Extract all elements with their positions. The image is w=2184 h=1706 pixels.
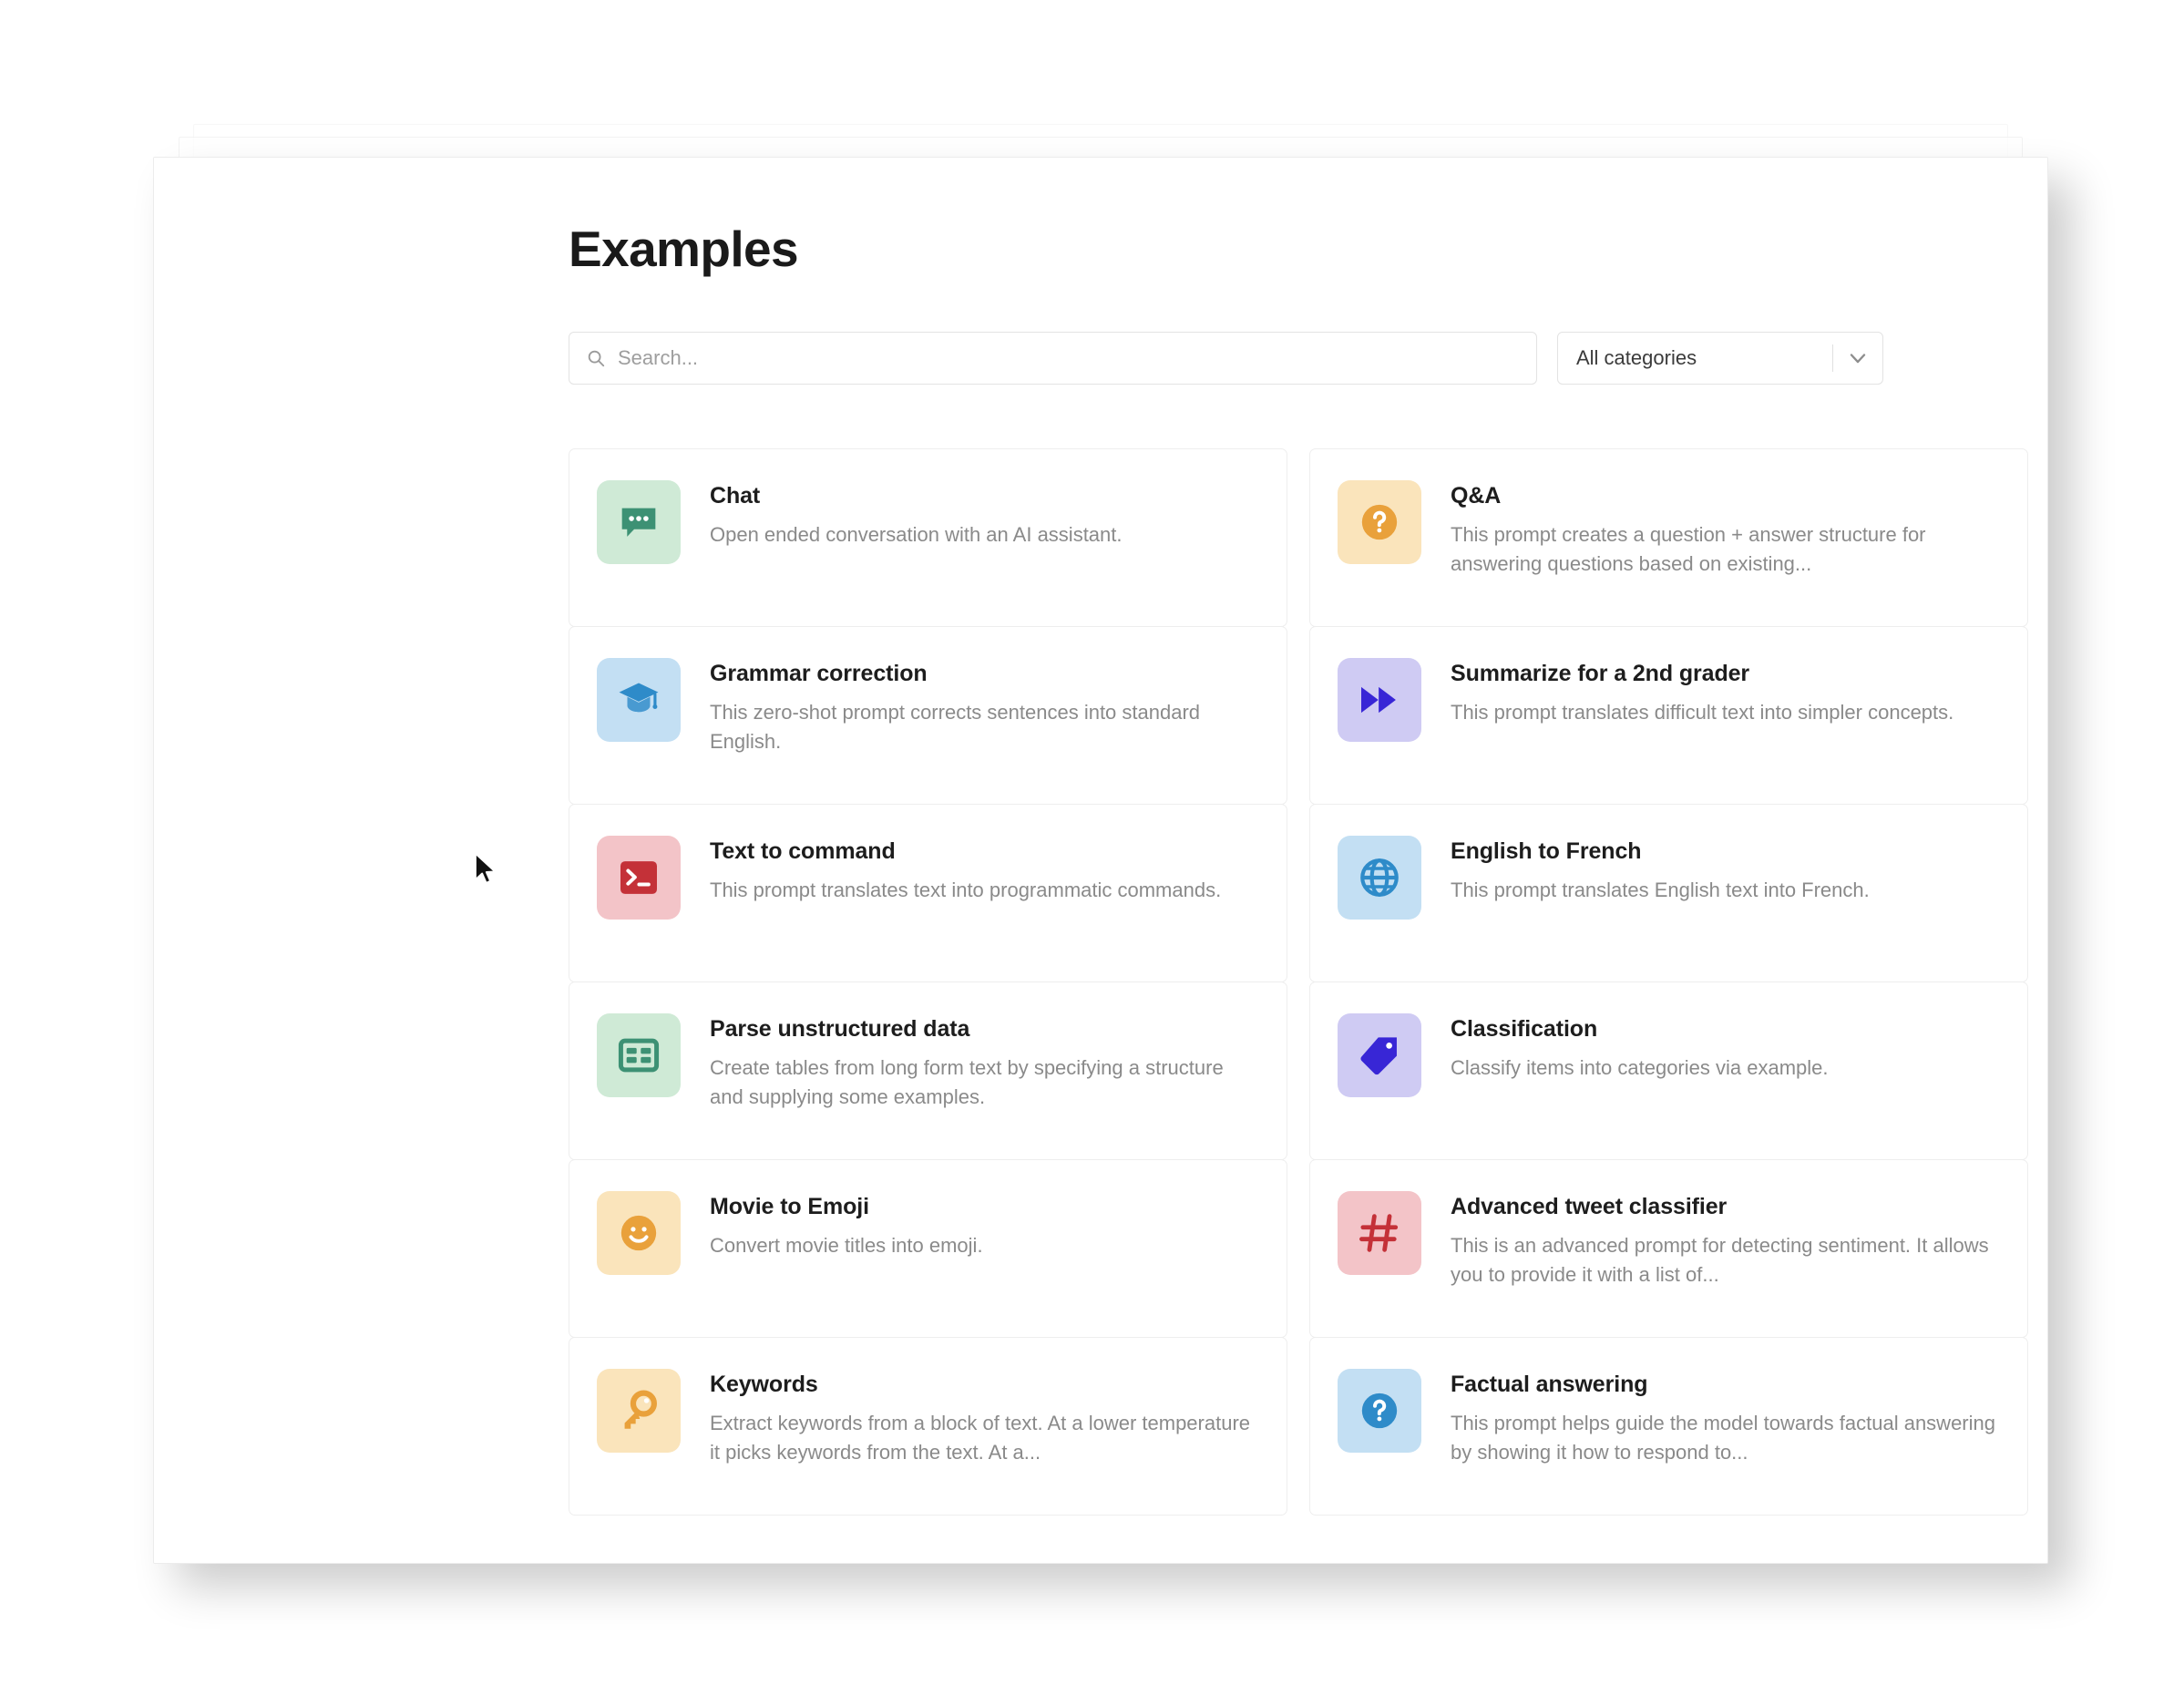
example-card[interactable]: Chat Open ended conversation with an AI a… [569,447,1287,627]
example-card-body: Keywords Extract keywords from a block of… [710,1369,1259,1467]
category-filter-select[interactable]: All categories [1557,331,1883,385]
example-card-title: Factual answering [1451,1371,1648,1397]
example-card-body: Advanced tweet classifier This is an adva… [1451,1191,2000,1290]
example-card[interactable]: Text to command This prompt translates te… [569,803,1287,982]
example-card-title: Chat [710,482,761,509]
search-field[interactable] [569,331,1537,385]
example-card-body: Classification Classify items into catego… [1451,1013,2000,1083]
browser-window: Examples All categories [153,157,2048,1564]
hashtag-icon [1338,1190,1421,1275]
graduation-cap-icon [597,657,681,742]
example-card[interactable]: Grammar correction This zero-shot prompt … [569,625,1287,805]
example-card-body: Text to command This prompt translates te… [710,836,1259,905]
example-card-body: Grammar correction This zero-shot prompt … [710,658,1259,756]
fast-forward-icon [1338,657,1421,742]
example-card[interactable]: Movie to Emoji Convert movie titles into … [569,1158,1287,1338]
example-card-description: This prompt creates a question + answer … [1451,522,1926,575]
example-card-body: Movie to Emoji Convert movie titles into … [710,1191,1259,1260]
example-card-description: Extract keywords from a block of text. A… [710,1411,1251,1464]
example-card-description: This prompt translates difficult text in… [1451,700,1954,724]
question-circle-icon [1338,479,1421,564]
example-card-title: Grammar correction [710,660,928,686]
example-card-title: Text to command [710,838,896,864]
example-card-description: This prompt translates text into program… [710,878,1222,901]
question-circle-icon [1338,1368,1421,1453]
example-card[interactable]: Q&A This prompt creates a question + answ… [1309,447,2028,627]
example-card-title: Classification [1451,1015,1598,1042]
example-card[interactable]: English to French This prompt translates … [1309,803,2028,982]
filter-bar: All categories [569,331,1903,385]
example-card-body: Q&A This prompt creates a question + answ… [1451,480,2000,579]
category-filter-value: All categories [1576,345,1697,369]
example-card-title: Parse unstructured data [710,1015,970,1042]
example-card[interactable]: Summarize for a 2nd grader This prompt tr… [1309,625,2028,805]
chevron-down-icon[interactable] [1833,345,1882,371]
example-card-body: Chat Open ended conversation with an AI a… [710,480,1259,550]
window-content-area: Examples All categories [154,158,2047,1563]
example-card[interactable]: Advanced tweet classifier This is an adva… [1309,1158,2028,1338]
search-input[interactable] [618,345,1520,370]
smiley-face-icon [597,1190,681,1275]
example-card-body: English to French This prompt translates … [1451,836,2000,905]
examples-page: Examples All categories [569,221,2028,1516]
example-card-title: English to French [1451,838,1642,864]
example-card-body: Factual answering This prompt helps guide… [1451,1369,2000,1467]
example-card-description: Classify items into categories via examp… [1451,1055,1829,1079]
tag-icon [1338,1012,1421,1097]
example-card-description: This prompt translates English text into… [1451,878,1870,901]
example-card-description: Open ended conversation with an AI assis… [710,522,1123,546]
example-card-description: Convert movie titles into emoji. [710,1233,983,1257]
example-card-description: Create tables from long form text by spe… [710,1055,1224,1108]
example-card-title: Advanced tweet classifier [1451,1193,1728,1219]
table-grid-icon [597,1012,681,1097]
example-card-title: Summarize for a 2nd grader [1451,660,1750,686]
example-card[interactable]: Parse unstructured data Create tables fro… [569,981,1287,1160]
example-card-body: Summarize for a 2nd grader This prompt tr… [1451,658,2000,727]
example-card-title: Q&A [1451,482,1502,509]
example-card[interactable]: Factual answering This prompt helps guide… [1309,1336,2028,1516]
example-card-title: Keywords [710,1371,818,1397]
example-card-description: This is an advanced prompt for detecting… [1451,1233,1989,1286]
example-card-body: Parse unstructured data Create tables fro… [710,1013,1259,1112]
page-title: Examples [569,221,799,277]
screenshot-canvas: Examples All categories [0,0,2184,1706]
terminal-icon [597,835,681,920]
examples-card-grid: Chat Open ended conversation with an AI a… [569,447,2028,1516]
example-card[interactable]: Keywords Extract keywords from a block of… [569,1336,1287,1516]
example-card-description: This prompt helps guide the model toward… [1451,1411,1995,1464]
example-card-description: This zero-shot prompt corrects sentences… [710,700,1201,753]
chat-bubble-icon [597,479,681,564]
key-icon [597,1368,681,1453]
search-icon [588,350,605,366]
example-card[interactable]: Classification Classify items into catego… [1309,981,2028,1160]
globe-icon [1338,835,1421,920]
example-card-title: Movie to Emoji [710,1193,870,1219]
